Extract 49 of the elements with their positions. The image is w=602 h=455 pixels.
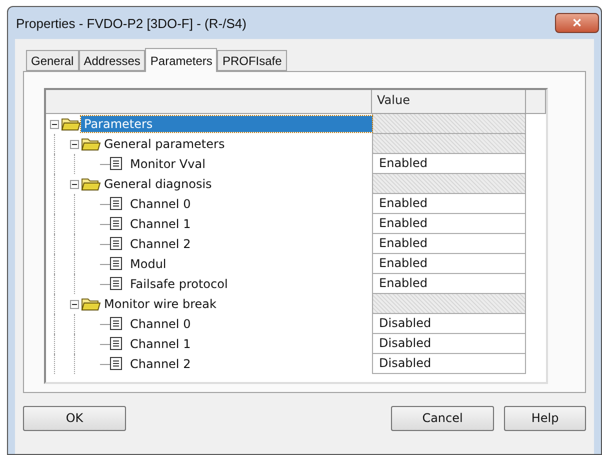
document-icon — [110, 157, 123, 171]
folder-icon — [81, 137, 101, 151]
tab[interactable]: Parameters — [145, 48, 218, 72]
tree-item[interactable]: Modul — [127, 256, 170, 272]
collapse-icon[interactable] — [50, 120, 59, 128]
tree-item[interactable]: Monitor wire break — [101, 296, 220, 312]
document-icon — [110, 197, 123, 211]
value-cell: Enabled — [372, 214, 526, 234]
value-cell: Enabled — [372, 194, 526, 214]
tree-item[interactable]: General diagnosis — [101, 176, 215, 192]
value-cell: Enabled — [372, 234, 526, 254]
tree-item[interactable]: Failsafe protocol — [127, 276, 231, 292]
tree-item[interactable]: Channel 1 — [127, 216, 194, 232]
document-icon — [110, 257, 123, 271]
tree-item[interactable]: Channel 2 — [127, 356, 194, 372]
value-cell: Enabled — [372, 254, 526, 274]
tab[interactable]: Addresses — [78, 50, 146, 71]
document-icon — [110, 337, 123, 351]
folder-icon — [61, 117, 81, 131]
tree-item[interactable]: General parameters — [101, 136, 228, 152]
column-header: Value — [372, 90, 526, 114]
folder-icon — [81, 297, 101, 311]
dialog-button[interactable]: Help — [504, 406, 586, 430]
document-icon — [110, 357, 123, 371]
document-icon — [110, 217, 123, 231]
value-cell: Enabled — [372, 154, 526, 174]
collapse-icon[interactable] — [70, 180, 79, 188]
document-icon — [110, 317, 123, 331]
dialog-button[interactable]: Cancel — [391, 406, 494, 430]
tab[interactable]: PROFIsafe — [217, 50, 287, 71]
collapse-icon[interactable] — [70, 300, 79, 308]
ok-button[interactable]: OK — [23, 406, 126, 430]
tree-item[interactable]: Channel 0 — [127, 316, 194, 332]
tree-item[interactable]: Monitor Vval — [127, 156, 208, 172]
value-cell: Disabled — [372, 354, 526, 374]
value-cell: Enabled — [372, 274, 526, 294]
tree-item[interactable]: Channel 2 — [127, 236, 194, 252]
document-icon — [110, 277, 123, 291]
tree-item[interactable]: Channel 0 — [127, 196, 194, 212]
tab[interactable]: General — [26, 50, 79, 71]
collapse-icon[interactable] — [70, 140, 79, 148]
tree-item[interactable]: Channel 1 — [127, 336, 194, 352]
value-cell: Disabled — [372, 314, 526, 334]
folder-icon — [81, 177, 101, 191]
column-header — [526, 90, 546, 114]
document-icon — [110, 237, 123, 251]
value-cell: Disabled — [372, 334, 526, 354]
tree-item[interactable]: Parameters — [81, 116, 372, 132]
window-title: Properties - FVDO-P2 [3DO-F] - (R-/S4) — [16, 16, 246, 30]
